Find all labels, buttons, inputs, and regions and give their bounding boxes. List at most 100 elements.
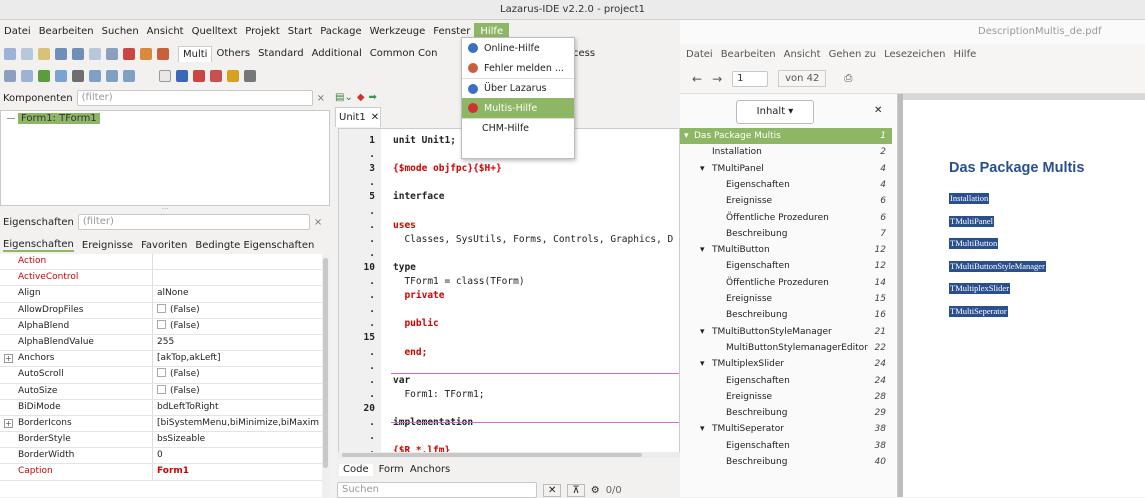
- menu-suchen[interactable]: Suchen: [98, 26, 143, 37]
- palette-tab-3[interactable]: Additional: [308, 46, 366, 62]
- prop-tab-3[interactable]: Bedingte Eigenschaften: [195, 240, 314, 251]
- toc-item[interactable]: Eigenschaften 4: [680, 177, 892, 193]
- print-icon[interactable]: ⎙: [844, 73, 852, 84]
- code-editor[interactable]: 1 unit Unit1;. 3 {$mode objfpc}{$H+}. 5 inter…: [338, 128, 680, 458]
- toc-item[interactable]: Eigenschaften 24: [680, 373, 892, 389]
- menu-werkzeuge[interactable]: Werkzeuge: [366, 26, 430, 37]
- help-menu-item-2[interactable]: Über Lazarus: [462, 78, 574, 98]
- property-value[interactable]: (False): [153, 303, 322, 318]
- multi-style-icon[interactable]: [210, 70, 222, 82]
- pdf-menu-2[interactable]: Ansicht: [784, 49, 821, 60]
- pdf-link[interactable]: TMultiPanel: [949, 215, 994, 227]
- toc-item[interactable]: Beschreibung 7: [680, 226, 892, 242]
- menu-datei[interactable]: Datei: [0, 26, 35, 37]
- expand-icon[interactable]: +: [4, 418, 13, 428]
- palette-tab-4[interactable]: Common Con: [366, 46, 442, 62]
- property-value[interactable]: [akTop,akLeft]: [153, 351, 322, 366]
- property-row[interactable]: AlphaBlendValue 255: [0, 334, 322, 352]
- multi-seperator-icon[interactable]: [244, 70, 256, 82]
- property-row[interactable]: Caption Form1: [0, 464, 322, 481]
- toc-item[interactable]: ▾ Das Package Multis 1: [680, 128, 892, 145]
- property-value[interactable]: (False): [153, 384, 322, 399]
- toc-item[interactable]: ▾ TMultiButton 12: [680, 242, 892, 258]
- property-row[interactable]: BiDiMode bdLeftToRight: [0, 399, 322, 416]
- search-close-icon[interactable]: ✕: [543, 483, 562, 497]
- help-menu-item-4[interactable]: CHM-Hilfe: [462, 118, 574, 138]
- pdf-link[interactable]: TMultiSeperator: [949, 306, 1008, 317]
- expand-icon[interactable]: +: [4, 354, 13, 364]
- step-over-icon[interactable]: [106, 70, 118, 82]
- editor-menu-icon[interactable]: ▤⌄: [335, 92, 353, 103]
- toc-item[interactable]: Installation 2: [680, 144, 892, 160]
- property-value[interactable]: (False): [153, 319, 322, 334]
- open-icon[interactable]: [38, 48, 50, 60]
- menu-fenster[interactable]: Fenster: [429, 26, 474, 37]
- prev-page-icon[interactable]: ←: [692, 72, 702, 86]
- prop-tab-2[interactable]: Favoriten: [141, 240, 187, 251]
- help-menu-item-3[interactable]: Multis-Hilfe: [462, 98, 574, 118]
- toc-item[interactable]: ▾ TMultiPanel 4: [680, 161, 892, 177]
- palette-tab-2[interactable]: Standard: [254, 46, 308, 62]
- help-menu-item-1[interactable]: Fehler melden ...: [462, 58, 574, 78]
- property-row[interactable]: BorderStyle bsSizeable: [0, 432, 322, 449]
- new-unit-icon[interactable]: [4, 48, 16, 60]
- pdf-menu-5[interactable]: Hilfe: [954, 49, 977, 60]
- property-row[interactable]: ActiveControl: [0, 270, 322, 287]
- designer-tab-anchors[interactable]: Anchors: [410, 464, 450, 476]
- expand-arrow-icon[interactable]: ▾: [700, 242, 705, 258]
- property-row[interactable]: Align alNone: [0, 286, 322, 303]
- toc-item[interactable]: ▾ TMultiSeperator 38: [680, 421, 892, 437]
- close-file-icon[interactable]: [123, 48, 135, 60]
- property-value[interactable]: [153, 254, 322, 269]
- prop-tab-0[interactable]: Eigenschaften: [3, 239, 74, 252]
- toc-item[interactable]: Beschreibung 29: [680, 405, 892, 421]
- tree-item-form1[interactable]: Form1: TForm1: [7, 113, 100, 124]
- toc-item[interactable]: Ereignisse 15: [680, 291, 892, 307]
- expand-arrow-icon[interactable]: ▾: [700, 161, 705, 177]
- help-menu-item-0[interactable]: Online-Hilfe: [462, 38, 574, 58]
- stop-icon[interactable]: [72, 70, 84, 82]
- menu-package[interactable]: Package: [316, 26, 365, 37]
- selection-pointer-icon[interactable]: [159, 70, 171, 82]
- property-value[interactable]: alNone: [153, 286, 322, 301]
- designer-tab-code[interactable]: Code: [339, 464, 373, 476]
- view-forms-icon[interactable]: [4, 70, 16, 82]
- properties-filter-input[interactable]: (filter): [77, 214, 310, 230]
- pause-icon[interactable]: [55, 70, 67, 82]
- toc-item[interactable]: ▾ TMultiplexSlider 24: [680, 356, 892, 372]
- multi-slider-icon[interactable]: [227, 70, 239, 82]
- property-row[interactable]: Action: [0, 254, 322, 271]
- property-value[interactable]: bdLeftToRight: [153, 400, 322, 415]
- toggle-form-icon[interactable]: [89, 48, 101, 60]
- pdf-menu-1[interactable]: Bearbeiten: [721, 49, 776, 60]
- menu-ansicht[interactable]: Ansicht: [143, 26, 188, 37]
- prop-tab-1[interactable]: Ereignisse: [82, 240, 133, 251]
- checkbox-icon[interactable]: [157, 368, 166, 378]
- component-icon[interactable]: [140, 48, 152, 60]
- toc-item[interactable]: Ereignisse 28: [680, 389, 892, 405]
- search-input[interactable]: Suchen: [337, 482, 537, 498]
- scrollbar-thumb[interactable]: [323, 258, 328, 468]
- tab-close-icon[interactable]: ✕: [371, 112, 379, 123]
- expand-arrow-icon[interactable]: ▾: [700, 421, 705, 437]
- toc-item[interactable]: Beschreibung 40: [680, 454, 892, 470]
- multi-button-icon[interactable]: [193, 70, 205, 82]
- property-value[interactable]: (False): [153, 367, 322, 382]
- property-row[interactable]: BorderWidth 0: [0, 448, 322, 465]
- back-icon[interactable]: ◆: [357, 92, 365, 103]
- pdf-menu-3[interactable]: Gehen zu: [829, 49, 877, 60]
- page-number-input[interactable]: 1: [732, 70, 769, 87]
- property-value[interactable]: 0: [153, 448, 322, 463]
- toc-item[interactable]: Eigenschaften 12: [680, 258, 892, 274]
- property-value[interactable]: Form1: [153, 464, 322, 479]
- expand-arrow-icon[interactable]: ▾: [684, 128, 689, 144]
- toc-item[interactable]: Ereignisse 6: [680, 193, 892, 209]
- property-row[interactable]: AutoScroll (False): [0, 367, 322, 384]
- menu-start[interactable]: Start: [284, 26, 316, 37]
- palette-tab-0[interactable]: Multi: [178, 46, 213, 62]
- save-all-icon[interactable]: [72, 48, 84, 60]
- property-row[interactable]: AlphaBlend (False): [0, 318, 322, 335]
- pdf-menu-0[interactable]: Datei: [686, 49, 713, 60]
- save-icon[interactable]: [55, 48, 67, 60]
- run-icon[interactable]: [38, 70, 50, 82]
